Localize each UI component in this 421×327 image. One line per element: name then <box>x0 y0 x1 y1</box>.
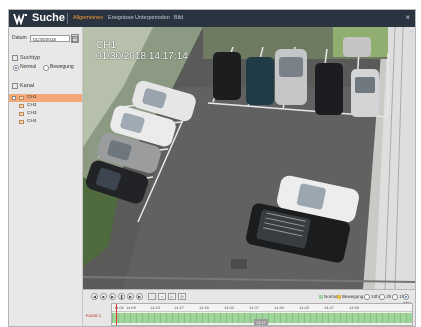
timeline-cursor[interactable] <box>116 304 117 325</box>
osd-channel: CH1 <box>96 40 117 51</box>
radio-normal-label: Normal <box>20 64 37 70</box>
channel-section[interactable]: Kanal <box>12 82 34 90</box>
radio-24h[interactable] <box>364 293 370 300</box>
channel-item-ch1[interactable]: CH1 <box>9 94 82 102</box>
stop-button[interactable]: ■ <box>100 293 107 300</box>
title-bar: Suche Allgemeines Ereignisse Unterperiod… <box>9 10 415 27</box>
channel-label: CH3 <box>27 111 37 116</box>
zoom-2h[interactable]: 2h <box>379 293 391 300</box>
radio-2h[interactable] <box>379 293 385 300</box>
tick-label: 14:40 <box>274 305 285 310</box>
date-field[interactable]: 01/30/2018 <box>30 35 70 42</box>
video-view[interactable]: CH1 01/30/2018 14:17:14 ▭ <box>83 27 415 289</box>
legend-normal: Normal <box>319 293 339 300</box>
tab-subperiods[interactable]: Unterperioden <box>135 14 170 23</box>
tick-label: 14:47 <box>324 305 335 310</box>
tick-label: 14:50 <box>349 305 360 310</box>
settings-button[interactable]: ◎ <box>178 293 186 300</box>
channel-item-ch4[interactable]: CH4 <box>9 118 82 126</box>
tab-events[interactable]: Ereignisse <box>108 14 134 23</box>
camera-icon <box>19 104 24 108</box>
legend-swatch-normal <box>319 294 323 299</box>
play-button[interactable]: ▶ <box>109 293 116 300</box>
tab-image[interactable]: Bild <box>174 14 183 23</box>
tick-label: 14:27 <box>174 305 185 310</box>
zoom-24h[interactable]: 24h <box>364 293 379 300</box>
camera-icon <box>19 96 24 100</box>
channel-label: CH2 <box>27 103 37 108</box>
tick-label: 14:43 <box>299 305 310 310</box>
date-label: Datum <box>12 35 27 41</box>
camera-icon <box>19 112 24 116</box>
timeline[interactable]: 14:00 14:09 14:23 14:27 14:30 14:33 14:3… <box>111 303 413 326</box>
snapshot-button[interactable]: □ <box>148 293 156 300</box>
calendar-icon <box>72 36 78 42</box>
video-link[interactable]: ▭ <box>409 29 413 35</box>
rewind-button[interactable]: ◀ <box>91 293 98 300</box>
cursor-time: 14:17 <box>254 319 268 325</box>
logo-icon <box>13 13 27 25</box>
sidebar: Datum 01/30/2018 Suchtyp Normal Bewegung… <box>9 27 83 326</box>
radio-1h[interactable] <box>392 293 398 300</box>
tick-label: 14:37 <box>249 305 260 310</box>
search-window: Suche Allgemeines Ereignisse Unterperiod… <box>8 9 416 327</box>
pause-button[interactable]: ❚ <box>118 293 125 300</box>
tick-label: 14:09 <box>126 305 137 310</box>
title-divider <box>67 13 68 24</box>
channel-title: Kanal <box>20 83 35 89</box>
radio-motion[interactable] <box>43 65 49 71</box>
camera-feed-image <box>83 27 415 289</box>
collapse-icon <box>12 54 18 61</box>
tick-label: 14:30 <box>199 305 210 310</box>
collapse-icon <box>12 82 18 89</box>
app-title: Suche <box>32 12 66 24</box>
channel-label: CH4 <box>27 119 37 124</box>
search-button[interactable]: ○ <box>158 293 166 300</box>
tick-label: 14:33 <box>224 305 235 310</box>
legend-motion-label: Bewegung <box>342 294 364 299</box>
zoom-2h-label: 2h <box>386 294 392 299</box>
playback-panel: ◀ ■ ▶ ❚ ▶ ▶ □ ○ ▷ ◎ Normal Bewegung 24h … <box>83 289 415 326</box>
radio-30m[interactable] <box>403 293 409 300</box>
step-button[interactable]: ▶ <box>127 293 134 300</box>
zoom-24h-label: 24h <box>371 294 379 299</box>
legend-motion: Bewegung <box>337 293 363 300</box>
channel-item-ch3[interactable]: CH3 <box>9 110 82 118</box>
camera-icon <box>19 120 24 124</box>
calendar-button[interactable] <box>71 34 79 43</box>
export-button[interactable]: ▷ <box>168 293 176 300</box>
search-type-title: Suchtyp <box>20 55 40 61</box>
tick-label: 14:23 <box>150 305 161 310</box>
osd-timestamp: 01/30/2018 14:17:14 <box>96 51 188 62</box>
fast-forward-button[interactable]: ▶ <box>136 293 143 300</box>
timeline-ticks: 14:00 14:09 14:23 14:27 14:30 14:33 14:3… <box>112 304 412 312</box>
expand-icon <box>12 96 16 100</box>
timeline-channel-label: Kanal 1 <box>86 313 102 318</box>
close-button[interactable]: × <box>405 13 410 23</box>
legend-swatch-motion <box>337 294 341 299</box>
tab-general[interactable]: Allgemeines <box>73 14 103 23</box>
radio-motion-label: Bewegung <box>50 64 74 70</box>
channel-item-ch2[interactable]: CH2 <box>9 102 82 110</box>
search-type-section[interactable]: Suchtyp <box>12 54 40 62</box>
radio-normal[interactable] <box>13 65 19 71</box>
channel-label: CH1 <box>27 95 37 100</box>
